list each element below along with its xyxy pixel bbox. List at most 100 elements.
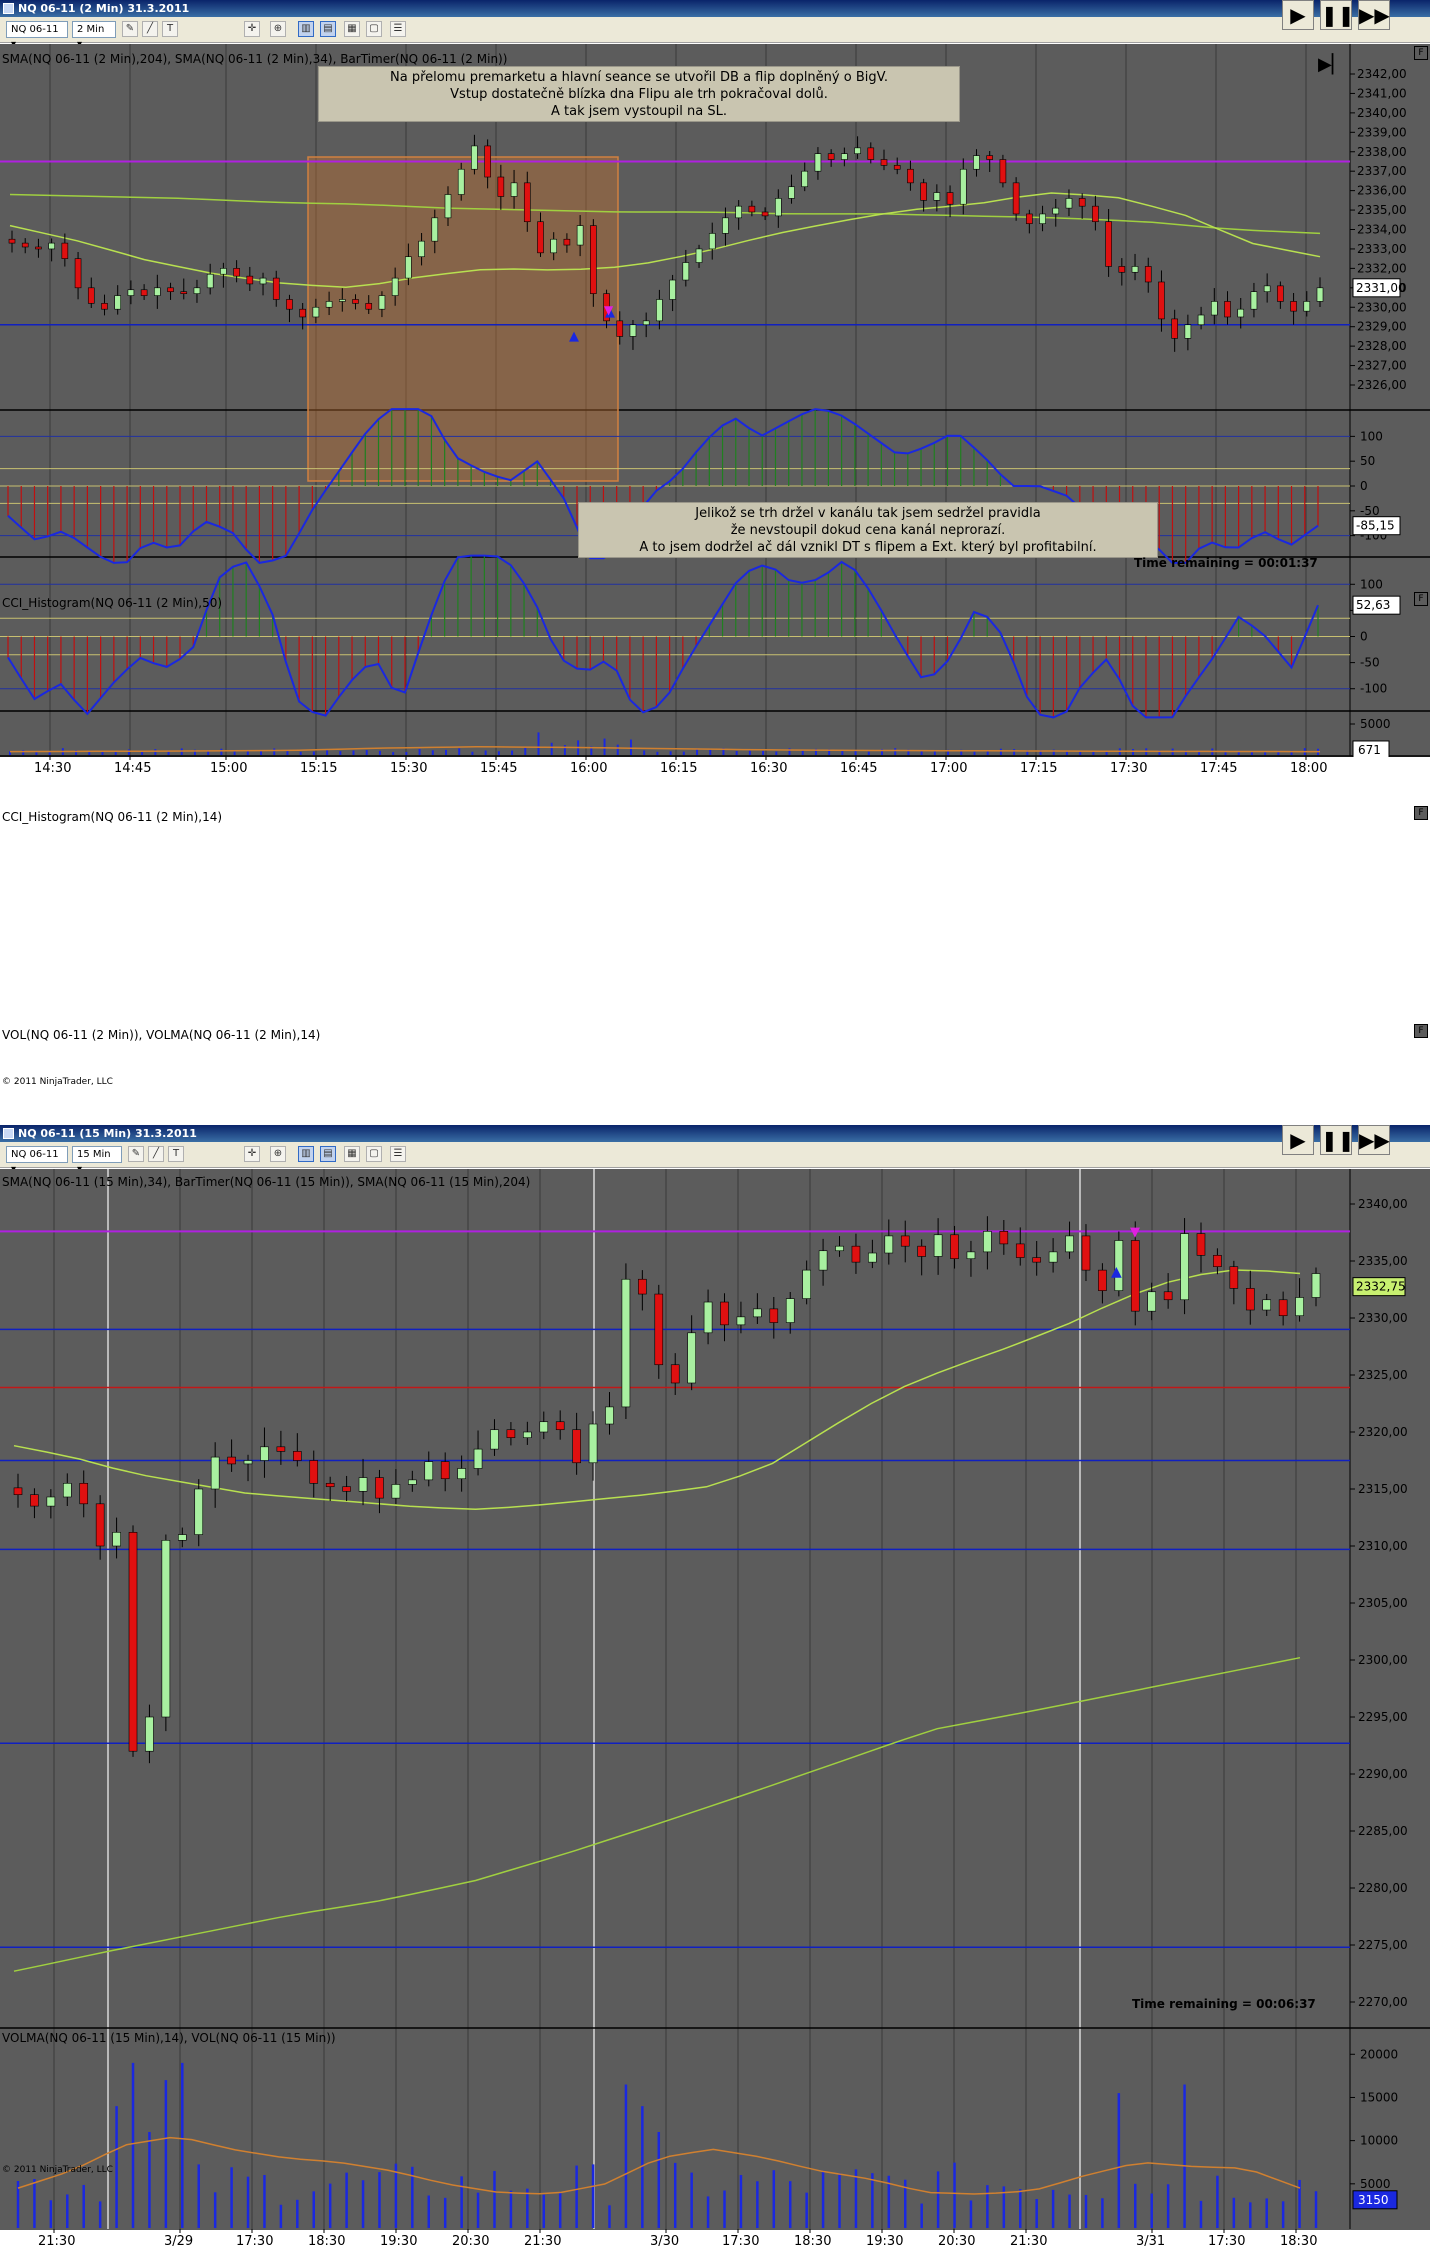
down-candle — [761, 211, 769, 217]
down-candle — [21, 242, 29, 248]
draw-tool-icon[interactable]: ╱ — [148, 1146, 164, 1162]
bottom-up-candle — [178, 1534, 187, 1541]
bottom-down-candle — [342, 1486, 351, 1492]
strategies-icon[interactable]: ▦ — [344, 21, 360, 37]
bottom-up-candle — [1147, 1291, 1156, 1312]
up-candle — [1131, 266, 1139, 273]
bottom-vol-tick-label: 15000 — [1360, 2090, 1398, 2104]
bottom-up-candle — [260, 1446, 269, 1461]
text-tool-icon[interactable]: T — [162, 21, 178, 37]
chart-style-icon[interactable]: ▥ — [298, 21, 314, 37]
pencil-icon[interactable]: ✎ — [122, 21, 138, 37]
top-price-label: 2342,00 — [1357, 67, 1407, 81]
play-icon[interactable]: ▶ — [1282, 1125, 1314, 1155]
bottom-down-candle — [1015, 1243, 1025, 1258]
up-candle — [973, 155, 980, 170]
fast-forward-icon[interactable]: ▶▶ — [1358, 1125, 1390, 1155]
data-box-icon[interactable]: ▢ — [366, 1146, 382, 1162]
data-box-icon[interactable]: ▢ — [366, 21, 382, 37]
fast-forward-icon[interactable]: ▶▶ — [1358, 0, 1390, 30]
up-candle — [220, 268, 227, 275]
down-candle — [616, 320, 624, 337]
top-window-title: NQ 06-11 (2 Min) 31.3.2011 — [18, 2, 190, 15]
bottom-time-label: 3/31 — [1136, 2234, 1165, 2249]
indicators-icon[interactable]: ▤ — [320, 21, 336, 37]
top-chart-area[interactable]: 2342,00 2341,00 2340,00 2339,00 2338,00 2337,… — [0, 44, 1430, 1087]
bottom-up-candle — [736, 1316, 746, 1326]
top-price-label: 2327,00 — [1357, 359, 1407, 373]
up-candle — [550, 238, 557, 254]
down-candle — [946, 192, 954, 205]
up-candle — [576, 225, 584, 246]
down-candle — [748, 205, 756, 213]
top-panel1-flag[interactable]: F — [1414, 46, 1428, 60]
bottom-down-candle — [851, 1245, 861, 1263]
bottom-interval-select[interactable]: 15 Min ▾ — [72, 1146, 122, 1175]
crosshair-icon[interactable]: ✛ — [244, 21, 260, 37]
bottom-up-candle — [703, 1301, 713, 1334]
annotation-note-2[interactable]: Jelikož se trh držel v kanálu tak jsem s… — [578, 502, 1158, 558]
top-instrument-select[interactable]: NQ 06-11 ▾ — [6, 21, 68, 50]
bottom-bg — [0, 1169, 1430, 2249]
zoom-icon[interactable]: ⊕ — [270, 21, 286, 37]
top-price-label: 2326,00 — [1357, 378, 1407, 392]
pencil-icon[interactable]: ✎ — [128, 1146, 144, 1162]
bottom-interval-value: 15 Min — [77, 1149, 111, 1160]
top-price-label: 2341,00 — [1357, 86, 1407, 100]
zoom-icon[interactable]: ⊕ — [270, 1146, 286, 1162]
play-icon[interactable]: ▶ — [1282, 0, 1314, 30]
up-candle — [325, 301, 333, 308]
bottom-price-label: 2285,00 — [1358, 1824, 1408, 1838]
chart-style-icon[interactable]: ▥ — [298, 1146, 314, 1162]
top-time-label: 16:45 — [840, 761, 877, 776]
cci50-tick-label: 50 — [1360, 454, 1375, 468]
top-title-bar[interactable]: NQ 06-11 (2 Min) 31.3.2011 — [0, 0, 1430, 17]
bottom-up-candle — [490, 1429, 499, 1450]
up-candle — [471, 145, 478, 170]
vol-tick-label: 5000 — [1360, 717, 1391, 731]
bottom-chart-area[interactable]: 2340,00 2335,00 2330,00 2325,00 2320,00 2315,… — [0, 1169, 1430, 2249]
bottom-price-label: 2270,00 — [1358, 1995, 1408, 2009]
bottom-up-candle — [687, 1332, 696, 1384]
bottom-up-candle — [966, 1251, 976, 1260]
goto-end-icon[interactable]: ▶▏ — [1318, 54, 1346, 75]
strategies-icon[interactable]: ▦ — [344, 1146, 360, 1162]
bottom-panel1-label: SMA(NQ 06-11 (15 Min),34), BarTimer(NQ 0… — [2, 1175, 531, 1189]
top-interval-select[interactable]: 2 Min ▾ — [72, 21, 116, 50]
cci14-tick-label: -50 — [1360, 656, 1380, 670]
up-candle — [1211, 301, 1218, 316]
top-panel3-flag[interactable]: F — [1414, 806, 1428, 820]
indicators-icon[interactable]: ▤ — [320, 1146, 336, 1162]
crosshair-icon[interactable]: ✛ — [244, 1146, 260, 1162]
draw-tool-icon[interactable]: ╱ — [142, 21, 158, 37]
properties-icon[interactable]: ☰ — [390, 1146, 406, 1162]
down-candle — [590, 225, 597, 294]
top-panel4-flag[interactable]: F — [1414, 1024, 1428, 1038]
down-candle — [1171, 318, 1178, 339]
text-tool-icon[interactable]: T — [168, 1146, 184, 1162]
bottom-title-bar[interactable]: NQ 06-11 (15 Min) 31.3.2011 — [0, 1125, 1430, 1142]
bottom-instrument-select[interactable]: NQ 06-11 ▾ — [6, 1146, 68, 1175]
bottom-up-candle — [802, 1269, 811, 1299]
pause-icon[interactable]: ❚❚ — [1320, 0, 1355, 30]
bottom-down-candle — [1278, 1299, 1288, 1317]
bottom-down-candle — [79, 1482, 89, 1505]
bottom-time-label: 3/30 — [650, 2234, 679, 2249]
properties-icon[interactable]: ☰ — [390, 21, 406, 37]
top-time-label: 15:15 — [300, 761, 337, 776]
top-time-label: 17:15 — [1020, 761, 1057, 776]
top-panel2-flag[interactable]: F — [1414, 592, 1428, 606]
window-icon — [3, 3, 14, 14]
down-candle — [1105, 221, 1112, 267]
bottom-up-candle — [1048, 1251, 1058, 1263]
annotation-note-1[interactable]: Na přelomu premarketu a hlavní seance se… — [318, 66, 960, 122]
up-candle — [1237, 308, 1245, 318]
bottom-price-label: 2275,00 — [1358, 1938, 1408, 1952]
pause-icon[interactable]: ❚❚ — [1320, 1125, 1355, 1155]
bottom-time-label: 20:30 — [938, 2234, 975, 2249]
up-candle — [405, 256, 412, 279]
top-price-label: 2337,00 — [1357, 164, 1407, 178]
bottom-price-label: 2315,00 — [1358, 1482, 1408, 1496]
up-candle — [1263, 285, 1271, 292]
up-candle — [669, 279, 676, 300]
